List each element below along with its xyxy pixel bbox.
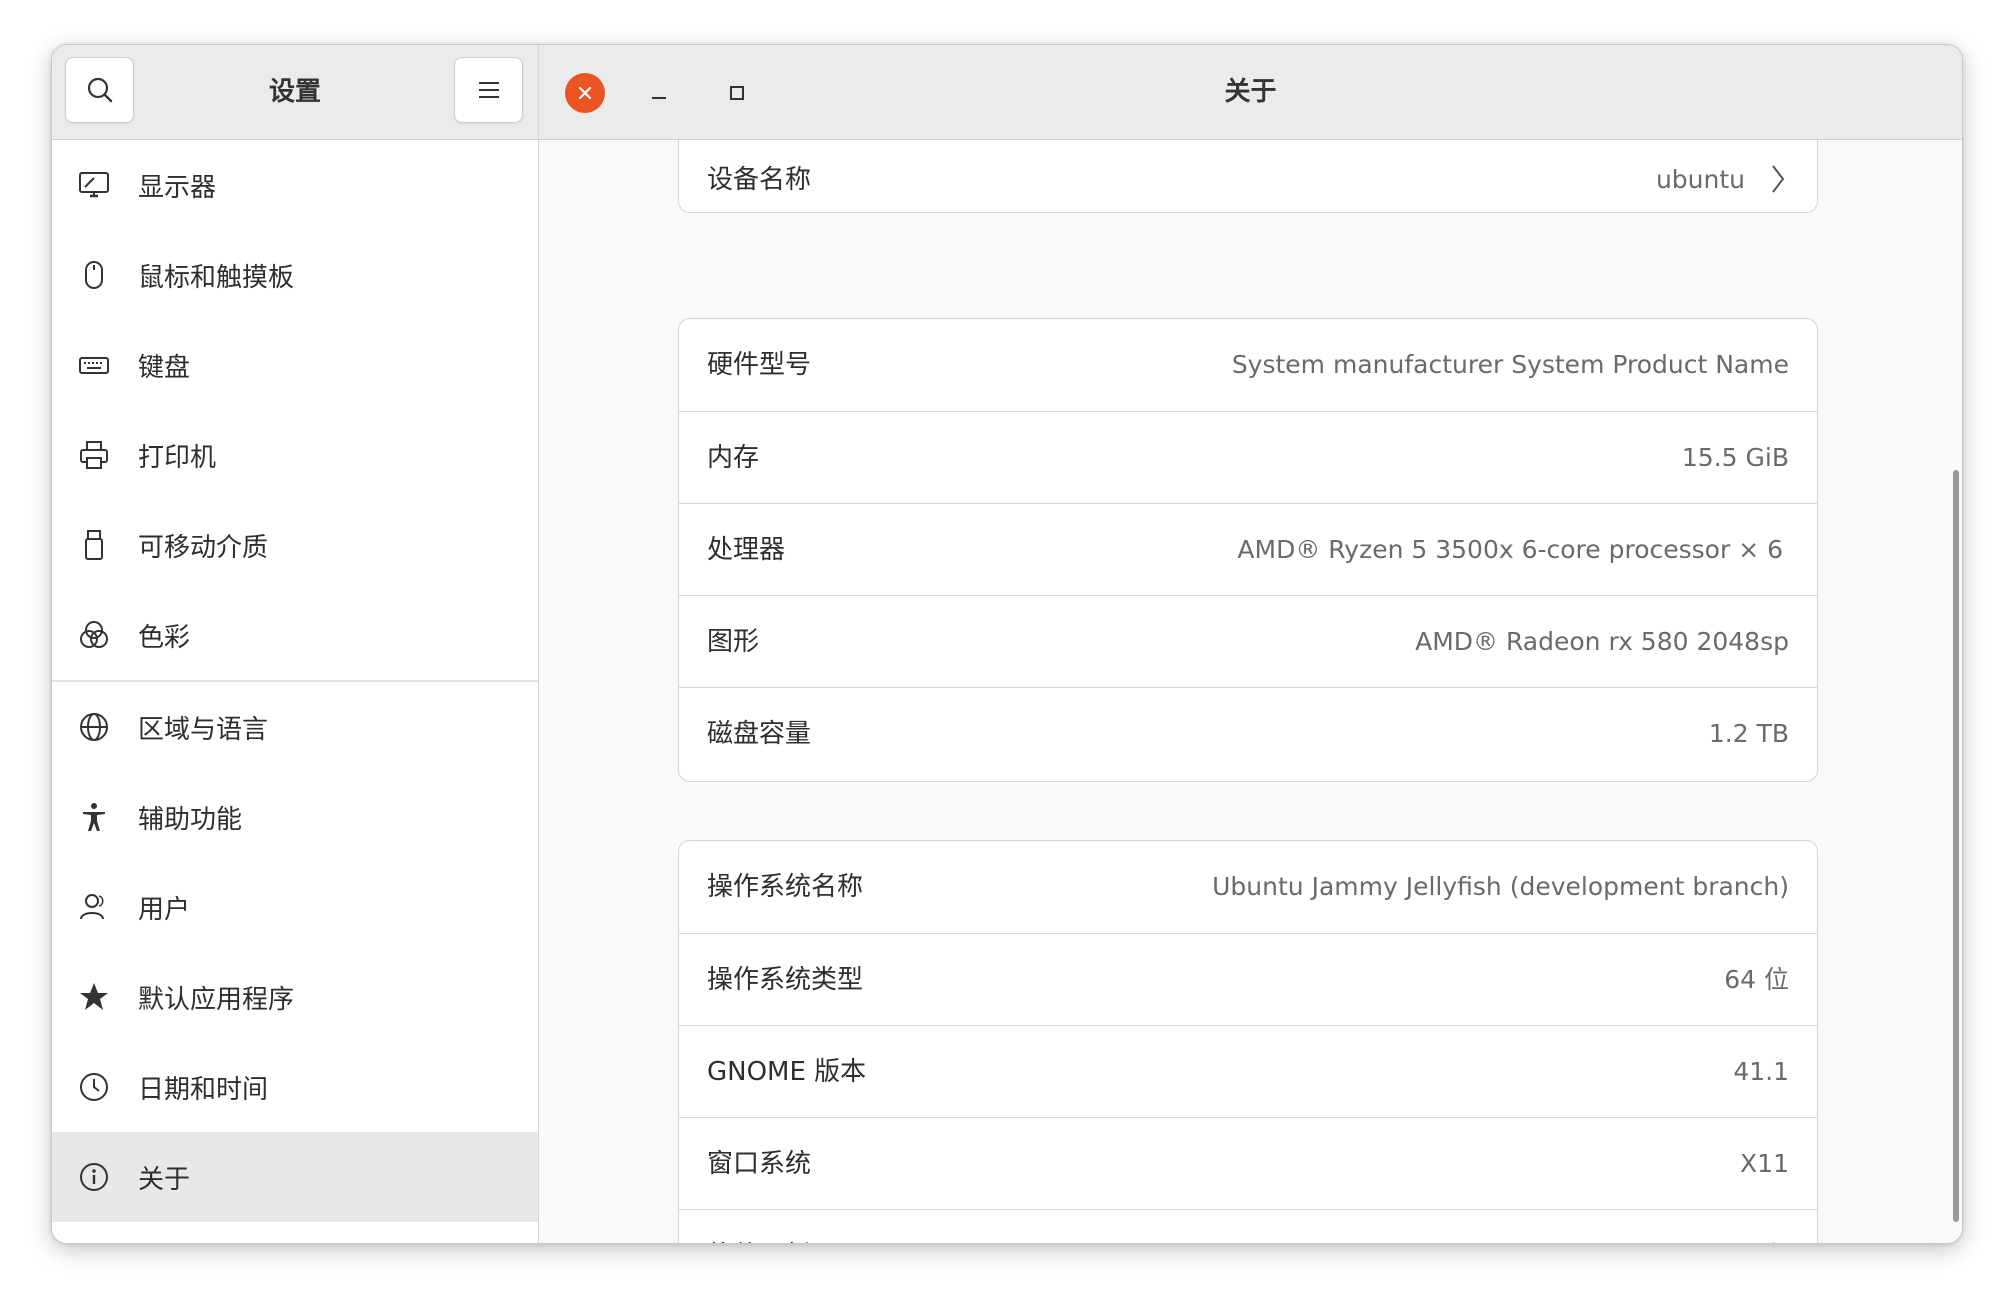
row-value: AMD® Radeon rx 580 2048sp [1415, 627, 1789, 656]
row-value: 41.1 [1733, 1057, 1789, 1086]
main-header: 关于 [539, 45, 1962, 140]
row-label: GNOME 版本 [707, 1057, 867, 1087]
row-label: 图形 [707, 627, 760, 657]
sidebar-item-label: 键盘 [138, 352, 191, 383]
clock-icon [78, 1071, 110, 1103]
row-value: 1.2 TB [1708, 719, 1789, 748]
sidebar-item-label: 默认应用程序 [138, 984, 295, 1015]
row-value: AMD® Ryzen 5 3500x 6-core processor × 6 [1237, 535, 1783, 564]
row-value: ubuntu [1655, 165, 1745, 194]
sidebar-item-label: 区域与语言 [138, 714, 269, 745]
gnome-version-row: GNOME 版本 41.1 [679, 1025, 1817, 1117]
sidebar-item-accessibility[interactable]: 辅助功能 [52, 772, 538, 862]
main-panel: 关于 设备名称 ubuntu 硬件型号 System manufacturer … [539, 45, 1962, 1243]
usb-drive-icon [78, 529, 110, 561]
sidebar-item-label: 可移动介质 [138, 532, 269, 563]
sidebar-item-removable-media[interactable]: 可移动介质 [52, 500, 538, 590]
display-icon [78, 169, 110, 201]
software-updates-row[interactable]: 软件更新 [679, 1209, 1817, 1243]
settings-window: 设置 显示器 鼠标和触摸板 键盘 打印机 可移动介质 色彩 区域与语言 辅助功能… [51, 44, 1963, 1244]
scrollbar[interactable] [1953, 470, 1959, 1222]
sidebar-item-color[interactable]: 色彩 [52, 590, 538, 680]
about-content[interactable]: 设备名称 ubuntu 硬件型号 System manufacturer Sys… [539, 140, 1962, 1243]
sidebar-list: 显示器 鼠标和触摸板 键盘 打印机 可移动介质 色彩 区域与语言 辅助功能 用户… [52, 140, 538, 1222]
device-name-row[interactable]: 设备名称 ubuntu [679, 140, 1817, 212]
mouse-icon [78, 259, 110, 291]
color-icon [78, 619, 110, 651]
hardware-model-row: 硬件型号 System manufacturer System Product … [679, 319, 1817, 411]
row-value: X11 [1740, 1149, 1789, 1178]
row-label: 设备名称 [707, 165, 812, 195]
close-button[interactable] [565, 73, 605, 113]
star-icon [78, 981, 110, 1013]
sidebar-item-region-language[interactable]: 区域与语言 [52, 682, 538, 772]
windowing-system-row: 窗口系统 X11 [679, 1117, 1817, 1209]
sidebar-item-default-apps[interactable]: 默认应用程序 [52, 952, 538, 1042]
memory-row: 内存 15.5 GiB [679, 411, 1817, 503]
row-value: Ubuntu Jammy Jellyfish (development bran… [1212, 872, 1789, 901]
sidebar-item-printer[interactable]: 打印机 [52, 410, 538, 500]
printer-icon [78, 439, 110, 471]
graphics-row: 图形 AMD® Radeon rx 580 2048sp [679, 595, 1817, 687]
os-name-row: 操作系统名称 Ubuntu Jammy Jellyfish (developme… [679, 841, 1817, 933]
row-label: 操作系统名称 [707, 872, 864, 902]
row-value: 64 位 [1724, 965, 1789, 994]
accessibility-icon [78, 801, 110, 833]
sidebar-header: 设置 [52, 45, 538, 140]
sidebar-item-keyboard[interactable]: 键盘 [52, 320, 538, 410]
row-label: 操作系统类型 [707, 965, 864, 995]
os-type-row: 操作系统类型 64 位 [679, 933, 1817, 1025]
maximize-button[interactable] [719, 75, 755, 111]
info-icon [78, 1161, 110, 1193]
close-icon [578, 86, 592, 100]
sidebar-item-date-time[interactable]: 日期和时间 [52, 1042, 538, 1132]
row-label: 软件更新 [707, 1210, 811, 1243]
row-label: 磁盘容量 [707, 719, 812, 749]
sidebar-item-about[interactable]: 关于 [52, 1132, 538, 1222]
os-card: 操作系统名称 Ubuntu Jammy Jellyfish (developme… [678, 840, 1818, 1243]
sidebar-item-label: 日期和时间 [138, 1074, 269, 1105]
sidebar-item-label: 色彩 [138, 622, 191, 653]
users-icon [78, 891, 110, 923]
hamburger-menu-icon [478, 82, 499, 98]
device-name-card: 设备名称 ubuntu [678, 140, 1818, 213]
minimize-icon [652, 97, 666, 99]
row-label: 窗口系统 [707, 1149, 812, 1179]
maximize-icon [730, 86, 744, 100]
search-button[interactable] [65, 57, 134, 123]
sidebar-item-label: 鼠标和触摸板 [138, 262, 295, 293]
row-value: System manufacturer System Product Name [1231, 350, 1789, 379]
sidebar: 设置 显示器 鼠标和触摸板 键盘 打印机 可移动介质 色彩 区域与语言 辅助功能… [52, 45, 539, 1243]
sidebar-item-label: 显示器 [138, 172, 217, 203]
keyboard-icon [78, 349, 110, 381]
row-label: 内存 [707, 443, 760, 473]
globe-icon [78, 711, 110, 743]
minimize-button[interactable] [641, 75, 677, 111]
sidebar-item-users[interactable]: 用户 [52, 862, 538, 952]
sidebar-item-mouse[interactable]: 鼠标和触摸板 [52, 230, 538, 320]
sidebar-item-display[interactable]: 显示器 [52, 140, 538, 230]
row-label: 硬件型号 [707, 350, 812, 380]
search-icon [87, 77, 112, 103]
hardware-card: 硬件型号 System manufacturer System Product … [678, 318, 1818, 782]
disk-capacity-row: 磁盘容量 1.2 TB [679, 687, 1817, 779]
chevron-right-icon [1772, 165, 1785, 193]
sidebar-item-label: 辅助功能 [138, 804, 243, 835]
row-label: 处理器 [707, 535, 786, 565]
row-value: 15.5 GiB [1681, 443, 1789, 472]
sidebar-item-label: 打印机 [138, 442, 217, 473]
menu-button[interactable] [454, 57, 523, 123]
chevron-right-icon [1773, 1242, 1775, 1243]
sidebar-item-label: 关于 [138, 1164, 191, 1195]
processor-row: 处理器 AMD® Ryzen 5 3500x 6-core processor … [679, 503, 1817, 595]
sidebar-item-label: 用户 [138, 894, 191, 925]
